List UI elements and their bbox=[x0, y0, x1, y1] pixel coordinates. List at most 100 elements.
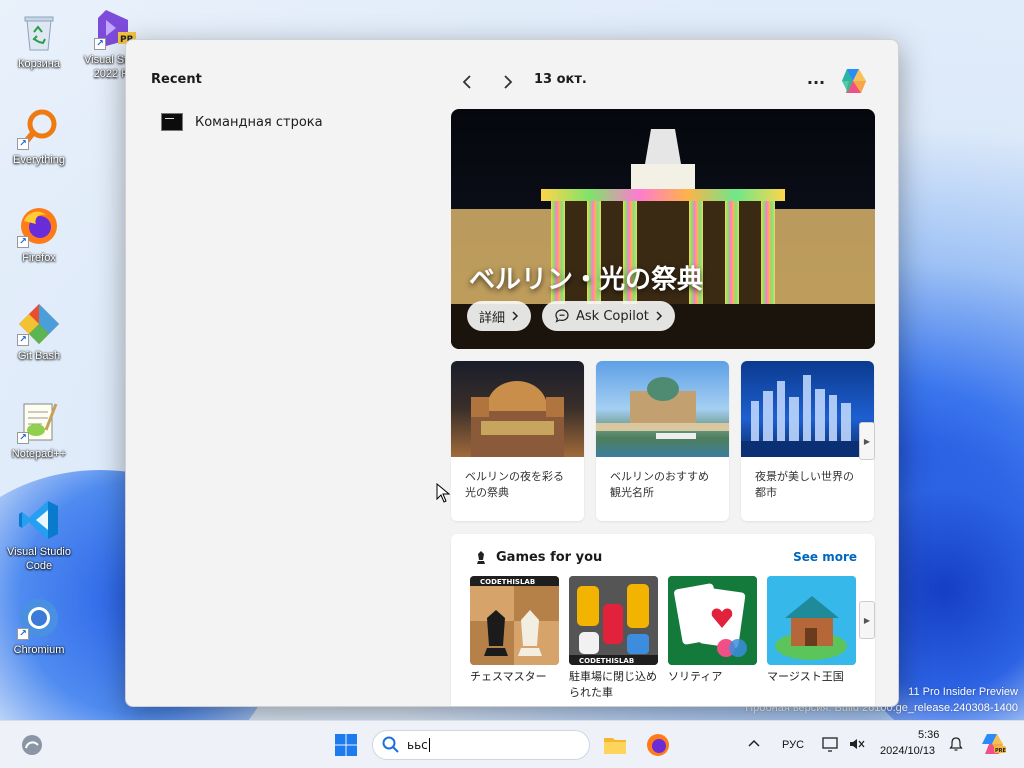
hero-title: ベルリン・光の祭典 bbox=[469, 265, 704, 295]
games-heading: Games for you bbox=[496, 550, 603, 565]
game-title: マージスト王国 bbox=[767, 670, 844, 683]
desktop-icon-chromium[interactable]: ↗ Chromium bbox=[2, 596, 76, 657]
chevron-right-icon bbox=[512, 311, 519, 321]
volume-button[interactable] bbox=[848, 735, 866, 753]
solitaire-image bbox=[668, 576, 757, 665]
folder-icon bbox=[604, 738, 626, 754]
desktop-icon-notepad-plus-plus[interactable]: ↗ Notepad++ bbox=[2, 400, 76, 461]
firefox-icon bbox=[647, 734, 669, 756]
game-publisher-badge: CODETHISLAB bbox=[579, 657, 634, 665]
see-more-link[interactable]: See more bbox=[793, 550, 857, 564]
news-card[interactable]: ベルリンのおすすめ観光名所 bbox=[596, 361, 729, 521]
taskbar: ььс РУС 5:36 2024/10/13 PRE bbox=[0, 720, 1024, 768]
games-section: Games for you See more CODETHISLAB チェスマス… bbox=[451, 534, 875, 706]
recent-item-label: Командная строка bbox=[195, 114, 323, 130]
search-panel: Recent Командная строка 13 окт. ··· ベルリン… bbox=[125, 39, 899, 707]
previous-day-button[interactable] bbox=[453, 68, 481, 96]
notepad-plus-plus-icon: ↗ bbox=[17, 400, 61, 444]
desktop-icon-everything[interactable]: ↗ Everything bbox=[2, 106, 76, 167]
git-bash-icon: ↗ bbox=[17, 302, 61, 346]
taskbar-search-box[interactable]: ььс bbox=[372, 730, 590, 760]
firefox-taskbar-button[interactable] bbox=[645, 732, 671, 758]
clock-time[interactable]: 5:36 bbox=[918, 729, 939, 741]
windows-logo-icon bbox=[335, 734, 357, 756]
command-prompt-icon bbox=[161, 113, 183, 131]
game-title: 駐車場に閉じ込められた車 bbox=[569, 670, 657, 699]
desktop-icon-git-bash[interactable]: ↗ Git Bash bbox=[2, 302, 76, 363]
desktop-icon-label: Everything bbox=[13, 154, 65, 166]
night-city-skyline-image bbox=[741, 361, 874, 457]
clock-date[interactable]: 2024/10/13 bbox=[880, 745, 935, 757]
text-caret bbox=[428, 738, 430, 752]
desktop-icon-label: Firefox bbox=[22, 252, 56, 264]
chevron-up-icon bbox=[748, 739, 760, 747]
speaker-muted-icon bbox=[850, 739, 865, 749]
berlin-cathedral-night-image bbox=[451, 361, 584, 457]
desktop-icon-firefox[interactable]: ↗ Firefox bbox=[2, 204, 76, 265]
recycle-bin-icon bbox=[17, 10, 61, 54]
shortcut-arrow-icon: ↗ bbox=[17, 628, 29, 640]
game-title: ソリティア bbox=[668, 670, 723, 683]
notifications-button[interactable] bbox=[948, 736, 964, 752]
ask-copilot-button[interactable]: Ask Copilot bbox=[542, 301, 675, 331]
firefox-icon: ↗ bbox=[17, 204, 61, 248]
search-icon bbox=[382, 736, 399, 753]
news-card-caption: ベルリンのおすすめ観光名所 bbox=[610, 470, 709, 499]
parking-escape-image: CODETHISLAB bbox=[569, 576, 658, 665]
desktop-icon-label: Корзина bbox=[18, 58, 60, 70]
news-card-caption: 夜景が美しい世界の都市 bbox=[755, 470, 854, 499]
everything-icon: ↗ bbox=[17, 106, 61, 150]
news-card[interactable]: 夜景が美しい世界の都市 bbox=[741, 361, 874, 521]
copilot-icon[interactable] bbox=[838, 65, 870, 97]
recent-item-command-prompt[interactable]: Командная строка bbox=[151, 106, 431, 138]
weather-widget-icon bbox=[22, 735, 42, 755]
input-language-indicator[interactable]: РУС bbox=[782, 739, 804, 751]
chevron-right-icon bbox=[656, 311, 662, 321]
shortcut-arrow-icon: ↗ bbox=[17, 432, 29, 444]
news-card[interactable]: ベルリンの夜を彩る光の祭典 bbox=[451, 361, 584, 521]
desktop-icon-vscode[interactable]: Visual Studio Code bbox=[2, 498, 76, 573]
show-hidden-icons-button[interactable] bbox=[746, 736, 762, 752]
game-tile[interactable]: CODETHISLAB 駐車場に閉じ込められた車 bbox=[569, 576, 658, 701]
desktop-icon-label: Git Bash bbox=[17, 350, 61, 362]
hero-story[interactable]: ベルリン・光の祭典 詳細 Ask Copilot bbox=[451, 109, 875, 349]
svg-text:PRE: PRE bbox=[995, 748, 1006, 754]
mouse-cursor-icon bbox=[436, 483, 450, 503]
shortcut-arrow-icon: ↗ bbox=[94, 38, 106, 50]
news-card-caption: ベルリンの夜を彩る光の祭典 bbox=[465, 470, 564, 499]
more-options-button[interactable]: ··· bbox=[802, 68, 830, 96]
desktop-icon-label: Notepad++ bbox=[11, 448, 67, 460]
game-title: チェスマスター bbox=[470, 670, 547, 683]
berlin-sightseeing-image bbox=[596, 361, 729, 457]
network-status-button[interactable] bbox=[822, 735, 840, 753]
network-icon bbox=[822, 737, 838, 752]
shortcut-arrow-icon: ↗ bbox=[17, 138, 29, 150]
details-button[interactable]: 詳細 bbox=[467, 301, 532, 331]
widgets-button[interactable] bbox=[20, 733, 44, 757]
chevron-left-icon bbox=[462, 75, 471, 89]
current-date-label: 13 окт. bbox=[534, 72, 587, 87]
taskbar-search-input[interactable]: ььс bbox=[407, 738, 428, 752]
start-button[interactable] bbox=[334, 733, 358, 757]
copilot-taskbar-button[interactable]: PRE bbox=[980, 731, 1007, 757]
game-tile[interactable]: マージスト王国 bbox=[767, 576, 856, 685]
desktop-icon-recycle-bin[interactable]: Корзина bbox=[2, 10, 76, 71]
game-tile[interactable]: ソリティア bbox=[668, 576, 757, 685]
chromium-icon: ↗ bbox=[17, 596, 61, 640]
bell-icon bbox=[949, 737, 963, 751]
chevron-right-icon bbox=[504, 75, 513, 89]
desktop-icon-label: Chromium bbox=[13, 644, 65, 656]
watermark-edition: 11 Pro Insider Preview bbox=[908, 686, 1018, 698]
recent-heading: Recent bbox=[151, 72, 202, 87]
game-publisher-badge: CODETHISLAB bbox=[480, 578, 535, 586]
game-tile[interactable]: CODETHISLAB チェスマスター bbox=[470, 576, 559, 685]
shortcut-arrow-icon: ↗ bbox=[17, 334, 29, 346]
details-button-label: 詳細 bbox=[479, 310, 506, 326]
copilot-preview-icon: PRE bbox=[982, 734, 1007, 754]
shortcut-arrow-icon: ↗ bbox=[17, 236, 29, 248]
next-day-button[interactable] bbox=[494, 68, 522, 96]
vscode-icon bbox=[17, 498, 61, 542]
games-scroll-right-button[interactable]: ▶ bbox=[859, 601, 875, 639]
cards-scroll-right-button[interactable]: ▶ bbox=[859, 422, 875, 460]
file-explorer-button[interactable] bbox=[602, 732, 628, 758]
